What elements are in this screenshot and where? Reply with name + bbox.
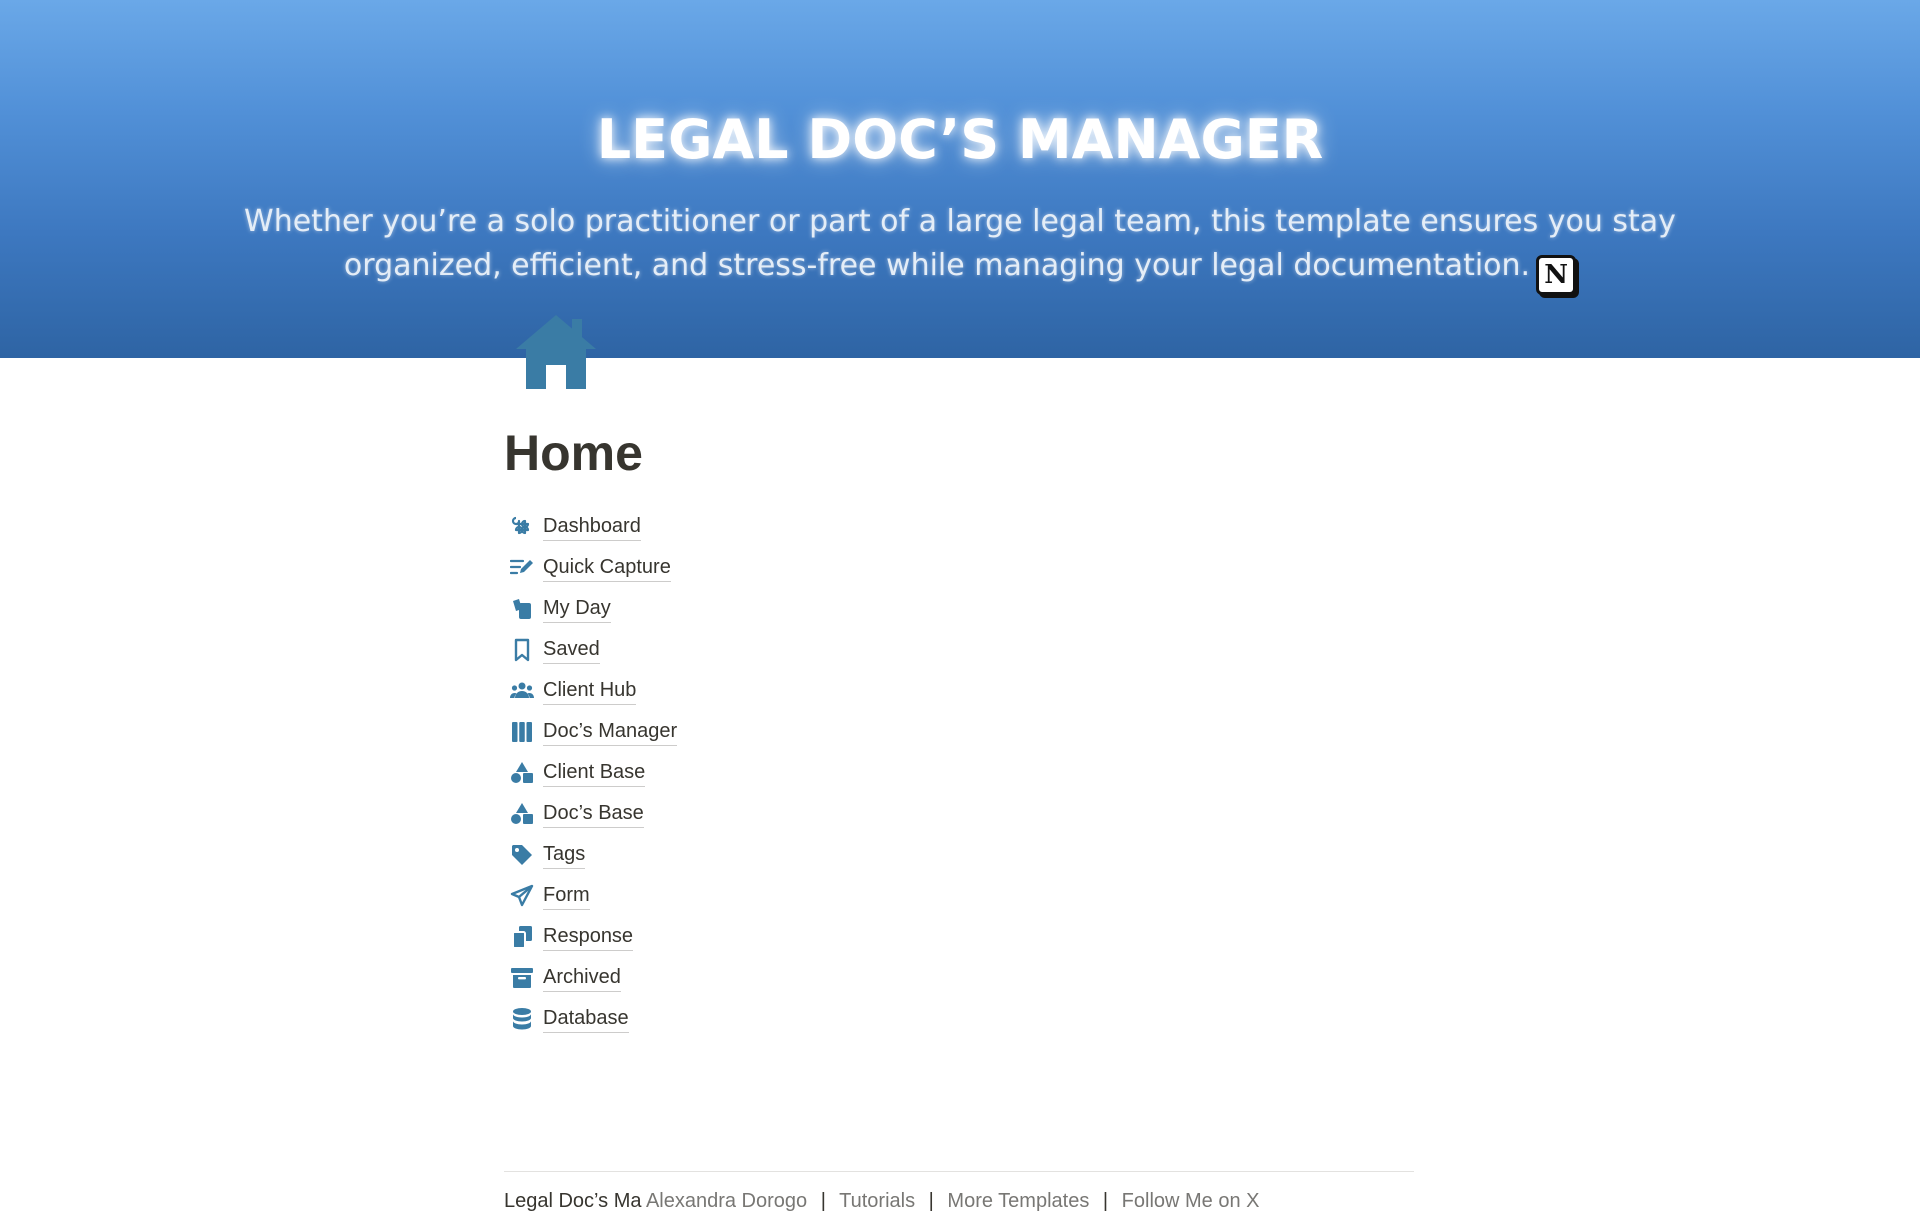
footer-links: Legal Doc’s Ma Alexandra Dorogo | Tutori… [504, 1189, 1260, 1213]
nav-item-docs-manager[interactable]: Doc’s Manager [506, 711, 678, 752]
nav-label: Client Base [543, 759, 646, 787]
nav-item-saved[interactable]: Saved [506, 629, 677, 670]
nav-item-my-day[interactable]: My Day [506, 588, 677, 629]
banner-title: LEGAL DOC’S MANAGER [596, 108, 1324, 171]
nav-label: Dashboard [543, 513, 641, 541]
nav-label: My Day [543, 595, 611, 623]
cards-icon [506, 593, 538, 625]
banner-subtitle: Whether you’re a solo practitioner or pa… [230, 200, 1690, 295]
nav-label: Client Hub [543, 677, 637, 705]
nav-item-tags[interactable]: Tags [506, 834, 677, 875]
footer-link-more-templates[interactable]: More Templates [947, 1190, 1089, 1212]
nav-label: Doc’s Base [543, 800, 644, 828]
footer-author[interactable]: Alexandra Dorogo [646, 1190, 807, 1212]
nav-item-database[interactable]: Database [506, 998, 677, 1039]
notion-logo-icon: N [1536, 255, 1577, 295]
footer-separator: | [928, 1190, 934, 1212]
footer-divider [504, 1171, 1414, 1172]
nav-item-form[interactable]: Form [506, 875, 677, 916]
nav-label: Database [543, 1005, 629, 1033]
paper-plane-icon [506, 880, 538, 912]
shapes-icon [506, 798, 538, 830]
nav-label: Response [543, 923, 634, 951]
banner-subtitle-text: Whether you’re a solo practitioner or pa… [244, 204, 1676, 283]
command-icon [506, 511, 538, 543]
nav-item-archived[interactable]: Archived [506, 957, 677, 998]
nav-label: Archived [543, 964, 621, 992]
nav-item-response[interactable]: Response [506, 916, 677, 957]
footer-separator: | [1102, 1190, 1109, 1212]
people-icon [506, 675, 538, 707]
copy-icon [506, 921, 538, 953]
shapes-icon [506, 757, 538, 789]
database-icon [506, 1003, 538, 1035]
home-icon[interactable] [514, 313, 598, 393]
footer-separator: | [820, 1190, 826, 1212]
columns-icon [506, 716, 538, 748]
cover-banner: LEGAL DOC’S MANAGER Whether you’re a sol… [0, 0, 1920, 358]
nav-item-quick-capture[interactable]: Quick Capture [506, 547, 677, 588]
page-title: Home [504, 425, 643, 481]
nav-label: Quick Capture [543, 554, 671, 582]
home-nav-list: Dashboard Quick Capture My Day Saved Cli… [506, 506, 678, 1039]
footer-lead: Legal Doc’s Ma [504, 1190, 642, 1212]
nav-label: Tags [543, 841, 586, 869]
pencil-lines-icon [506, 552, 538, 584]
nav-item-client-hub[interactable]: Client Hub [506, 670, 677, 711]
nav-item-client-base[interactable]: Client Base [506, 752, 677, 793]
nav-label: Saved [543, 636, 600, 664]
bookmark-icon [506, 634, 538, 666]
footer-link-tutorials[interactable]: Tutorials [839, 1190, 915, 1212]
footer-link-follow-x[interactable]: Follow Me on X [1122, 1190, 1260, 1212]
nav-label: Form [543, 882, 590, 910]
archive-icon [506, 962, 538, 994]
tag-icon [506, 839, 538, 871]
nav-item-docs-base[interactable]: Doc’s Base [506, 793, 677, 834]
nav-item-dashboard[interactable]: Dashboard [506, 506, 677, 547]
nav-label: Doc’s Manager [543, 718, 678, 746]
